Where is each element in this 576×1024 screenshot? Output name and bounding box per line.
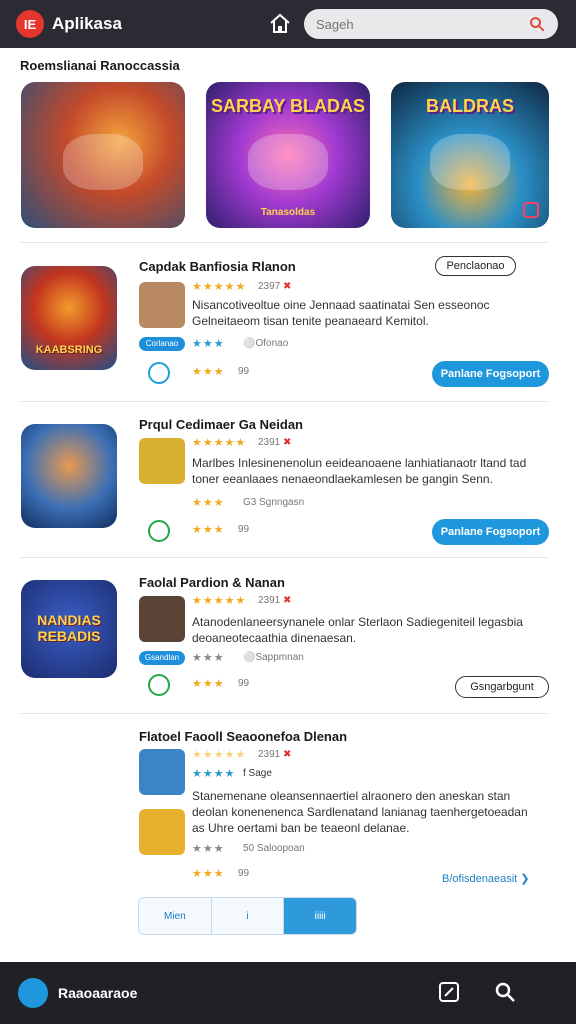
game-icon-label: NANDIAS REBADIS	[37, 612, 101, 644]
edit-icon[interactable]	[437, 980, 461, 1004]
game-icon[interactable]: KAABSRING	[21, 266, 117, 370]
tag-label: f Sage	[243, 768, 272, 779]
game-description: Atanodenlaneersynanele onlar Sterlaon Sa…	[192, 615, 523, 645]
rating-count: 2391 ✖	[258, 437, 292, 448]
avatar	[139, 596, 185, 642]
rating-stars: ★★★★★	[192, 749, 247, 761]
rating-stars: ★★★	[192, 366, 225, 378]
play-icon[interactable]	[148, 674, 170, 696]
divider	[20, 242, 548, 243]
rating-stars: ★★★	[192, 868, 225, 880]
game-icon[interactable]: NANDIAS REBADIS	[21, 580, 117, 678]
section-heading: Roemslianai Ranoccassia	[20, 58, 180, 73]
segment-option[interactable]: Mien	[139, 898, 212, 934]
game-description: Stanemenane oleansennaertiel alraonero d…	[192, 789, 528, 835]
segmented-control: Mien i iiiii	[138, 897, 357, 935]
divider	[20, 557, 548, 558]
rating-count: 2397 ✖	[258, 281, 292, 292]
rating-stars: ★★★	[192, 524, 225, 536]
bottom-title: Raaoaaraoe	[58, 985, 138, 1001]
app-logo[interactable]	[18, 978, 48, 1008]
featured-card-1[interactable]	[21, 82, 185, 228]
more-link[interactable]: B/ofisdenaeasit ❯	[442, 872, 530, 885]
featured-title: SARBAY BLADAS	[210, 96, 366, 116]
search-icon[interactable]	[493, 980, 517, 1004]
rating-count: 99	[238, 678, 250, 689]
action-button[interactable]: Gsngarbgunt	[455, 676, 549, 698]
search-icon[interactable]	[528, 15, 546, 33]
rating-count: 99	[238, 524, 250, 535]
rating-stars: ★★★★★	[192, 595, 247, 607]
game-description: Nisancotiveoltue oine Jennaad saatinatai…	[192, 298, 490, 328]
divider	[20, 713, 548, 714]
app-logo[interactable]: IE	[16, 10, 44, 38]
rating-count: 2391 ✖	[258, 749, 292, 760]
search-bar[interactable]	[304, 9, 558, 39]
status-badge: Corlanao	[139, 337, 185, 351]
game-title[interactable]: Capdak Banfiosia Rlanon	[139, 259, 296, 274]
phone-icon[interactable]	[148, 520, 170, 542]
featured-title: BALDRAS	[426, 96, 514, 116]
segment-option[interactable]: i	[211, 898, 285, 934]
game-icon-label: KAABSRING	[35, 344, 103, 356]
rating-stars: ★★★★	[192, 768, 236, 780]
bottom-bar: Raaoaaraoe	[0, 962, 576, 1024]
game-thumbnail[interactable]	[139, 749, 185, 795]
game-title[interactable]: Prqul Cedimaer Ga Neidan	[139, 417, 303, 432]
featured-card-3[interactable]: BALDRAS	[391, 82, 549, 228]
controller-icon	[430, 134, 510, 191]
avatar	[139, 438, 185, 484]
rating-stars: ★★★	[192, 497, 225, 509]
rating-stars: ★★★	[192, 652, 225, 664]
gamepad-icon	[248, 134, 328, 191]
game-title[interactable]: Faolal Pardion & Nanan	[139, 575, 285, 590]
rating-stars: ★★★	[192, 678, 225, 690]
home-icon[interactable]	[268, 12, 292, 36]
status-badge: Gsandlan	[139, 651, 185, 665]
divider	[20, 401, 548, 402]
rating-stars: ★★★★★	[192, 281, 247, 293]
refresh-icon[interactable]	[148, 362, 170, 384]
sub-rating: 50 Saloopoan	[243, 843, 305, 854]
sub-rating: ⚪Sappmnan	[243, 652, 304, 663]
featured-subtitle: Tanasoldas	[260, 207, 316, 218]
rating-stars: ★★★	[192, 843, 225, 855]
app-title: Aplikasa	[52, 14, 122, 33]
segment-option-active[interactable]: iiiii	[284, 898, 356, 934]
game-icon[interactable]	[21, 424, 117, 528]
sub-rating: ⚪Ofonao	[243, 338, 289, 349]
game-title[interactable]: Flatoel Faooll Seaoonefoa Dlenan	[139, 729, 347, 744]
avatar	[139, 282, 185, 328]
rating-count: 99	[238, 868, 250, 879]
sub-rating: G3 Sgnngasn	[243, 497, 305, 508]
install-button[interactable]: Panlane Fogsoport	[432, 519, 549, 545]
top-bar: IE Aplikasa	[0, 0, 576, 48]
tag-button[interactable]: Penclaonao	[435, 256, 516, 276]
game-thumbnail[interactable]	[139, 809, 185, 855]
game-description: Marlbes Inlesinenenolun eeideanoaene lan…	[192, 456, 527, 486]
rating-count: 99	[238, 366, 250, 377]
hero-art	[63, 134, 143, 191]
rating-count: 2391 ✖	[258, 595, 292, 606]
install-button[interactable]: Panlane Fogsoport	[432, 361, 549, 387]
badge-icon	[523, 202, 539, 218]
featured-card-2[interactable]: SARBAY BLADAS Tanasoldas	[206, 82, 370, 228]
rating-stars: ★★★★★	[192, 437, 247, 449]
rating-stars: ★★★	[192, 338, 225, 350]
search-input[interactable]	[316, 16, 528, 32]
